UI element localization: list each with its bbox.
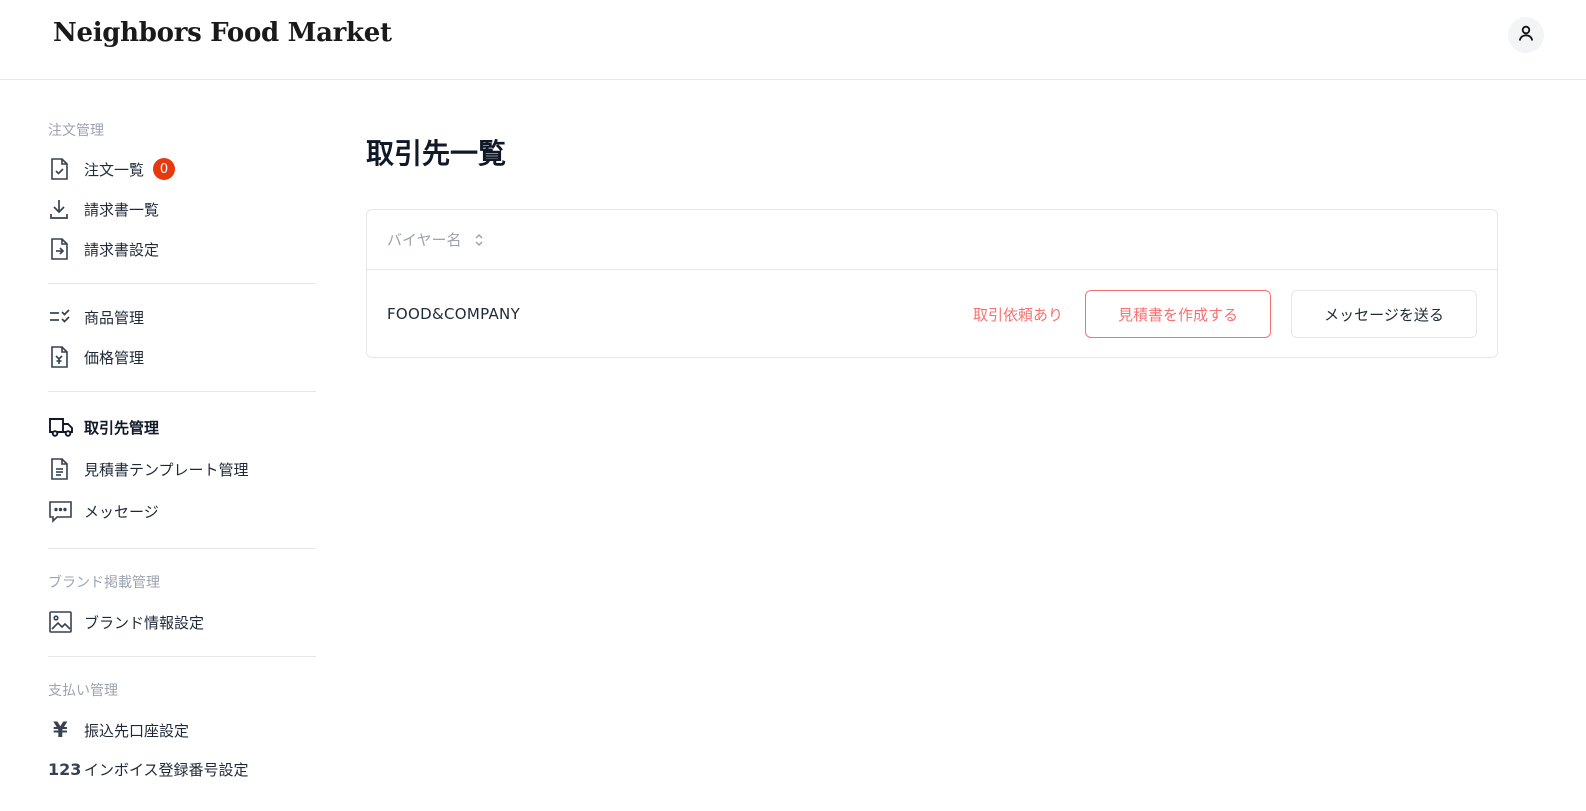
sidebar-item-label: メッセージ bbox=[84, 502, 159, 521]
column-header-buyer-name[interactable]: バイヤー名 bbox=[387, 229, 484, 250]
sidebar-item-brand-info[interactable]: ブランド情報設定 bbox=[48, 607, 204, 637]
sidebar-item-quote-templates[interactable]: 見積書テンプレート管理 bbox=[48, 454, 249, 484]
sidebar-item-products[interactable]: 商品管理 bbox=[48, 302, 144, 332]
order-count-badge: 0 bbox=[153, 158, 176, 180]
file-check-icon bbox=[48, 156, 76, 182]
yen-icon: ¥ bbox=[53, 718, 68, 742]
sidebar-item-label: インボイス登録番号設定 bbox=[84, 760, 249, 779]
top-header: Neighbors Food Market bbox=[0, 0, 1586, 80]
image-icon bbox=[48, 609, 76, 635]
account-button[interactable] bbox=[1508, 17, 1544, 53]
document-icon bbox=[48, 456, 76, 482]
buyer-name: FOOD&COMPANY bbox=[387, 305, 521, 323]
sidebar-item-pricing[interactable]: 価格管理 bbox=[48, 342, 144, 372]
file-yen-icon bbox=[48, 344, 76, 370]
sidebar-divider bbox=[48, 391, 316, 392]
section-label-brand: ブランド掲載管理 bbox=[48, 575, 160, 591]
number-icon: 123 bbox=[48, 759, 82, 779]
sidebar-item-bank-account[interactable]: ¥ 振込先口座設定 bbox=[48, 715, 189, 745]
partners-table: バイヤー名 FOOD&COMPANY 取引依頼あり 見積書を作成する メッセージ… bbox=[366, 209, 1498, 358]
sidebar-item-label: 請求書一覧 bbox=[84, 200, 160, 219]
sidebar-item-label: 取引先管理 bbox=[84, 418, 160, 437]
message-icon bbox=[48, 498, 76, 524]
column-header-label: バイヤー名 bbox=[387, 231, 462, 249]
create-quote-button[interactable]: 見積書を作成する bbox=[1085, 290, 1271, 338]
sidebar-item-label: 振込先口座設定 bbox=[84, 721, 190, 740]
sort-icon bbox=[474, 233, 484, 247]
brand-logo[interactable]: Neighbors Food Market bbox=[53, 18, 392, 48]
sidebar-divider bbox=[48, 548, 316, 549]
sidebar-item-label: 商品管理 bbox=[84, 308, 145, 327]
table-header: バイヤー名 bbox=[367, 210, 1497, 270]
page-title: 取引先一覧 bbox=[366, 137, 507, 170]
truck-icon bbox=[48, 414, 76, 440]
sidebar-item-partners[interactable]: 取引先管理 bbox=[48, 412, 159, 442]
sidebar-item-invoice-settings[interactable]: 請求書設定 bbox=[48, 234, 159, 264]
table-row: FOOD&COMPANY 取引依頼あり 見積書を作成する メッセージを送る bbox=[367, 270, 1497, 358]
sidebar-item-invoice-number[interactable]: 123 インボイス登録番号設定 bbox=[48, 754, 249, 784]
sidebar-divider bbox=[48, 283, 316, 284]
status-text: 取引依頼あり bbox=[972, 305, 1063, 324]
section-label-order: 注文管理 bbox=[48, 123, 104, 139]
section-label-payment: 支払い管理 bbox=[48, 683, 118, 699]
file-arrow-icon bbox=[48, 236, 76, 262]
sidebar-item-label: 請求書設定 bbox=[84, 240, 160, 259]
sidebar-item-orders[interactable]: 注文一覧 0 bbox=[48, 154, 176, 184]
sidebar-item-invoices[interactable]: 請求書一覧 bbox=[48, 194, 159, 224]
sidebar-item-label: 見積書テンプレート管理 bbox=[84, 460, 249, 479]
download-icon bbox=[48, 196, 76, 222]
send-message-button[interactable]: メッセージを送る bbox=[1291, 290, 1477, 338]
list-check-icon bbox=[48, 304, 76, 330]
row-actions: 取引依頼あり 見積書を作成する メッセージを送る bbox=[973, 290, 1477, 338]
sidebar-divider bbox=[48, 656, 316, 657]
user-icon bbox=[1517, 24, 1535, 46]
sidebar-item-label: ブランド情報設定 bbox=[84, 613, 205, 632]
sidebar-item-label: 注文一覧 bbox=[84, 160, 145, 179]
sidebar-item-label: 価格管理 bbox=[84, 348, 145, 367]
sidebar-item-messages[interactable]: メッセージ bbox=[48, 496, 159, 526]
